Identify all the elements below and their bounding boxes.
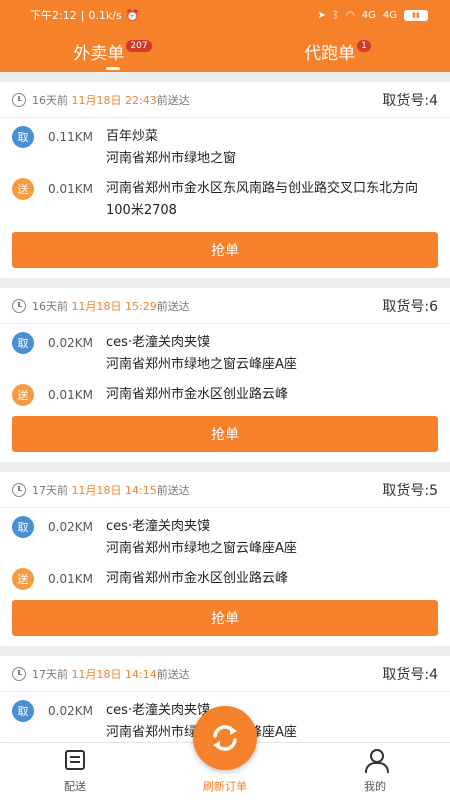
- order-card: 16天前 11月18日 22:43前送达 取货号:4 取 0.11KM 百年炒菜…: [0, 82, 450, 278]
- order-card-header: 16天前 11月18日 15:29前送达 取货号:6: [0, 288, 450, 324]
- battery-icon: ▮▮: [404, 9, 428, 21]
- deliver-distance: 0.01KM: [48, 388, 93, 402]
- grab-order-button[interactable]: 抢单: [12, 232, 438, 268]
- pickup-number: 取货号:4: [382, 92, 438, 109]
- deliver-address: 河南省郑州市金水区东风南路与创业路交叉口东北方向100米2708: [106, 181, 419, 218]
- app-header: 下午2:12 | 0.1k/s ⏰ ➤ ᛒ ◠ 4G 4G ▮▮ 外卖单 207…: [0, 0, 450, 72]
- delivery-time: 17天前 11月18日 14:14前送达: [32, 667, 190, 681]
- pickup-address: 河南省郑州市绿地之窗: [106, 151, 237, 166]
- pickup-tag: 取: [12, 516, 34, 538]
- deliver-tag: 送: [12, 178, 34, 200]
- alarm-icon: ⏰: [125, 8, 140, 22]
- clock-icon: [12, 666, 26, 681]
- tab-takeout-label: 外卖单: [73, 43, 125, 64]
- pickup-address: 河南省郑州市绿地之窗云峰座A座: [106, 357, 297, 372]
- bluetooth-icon: ᛒ: [333, 9, 340, 21]
- grab-order-button[interactable]: 抢单: [12, 600, 438, 636]
- order-list: 16天前 11月18日 22:43前送达 取货号:4 取 0.11KM 百年炒菜…: [0, 82, 450, 754]
- clock-icon: [12, 482, 26, 497]
- wifi-icon: ◠: [346, 9, 355, 21]
- pickup-distance: 0.02KM: [48, 336, 93, 350]
- deliver-address: 河南省郑州市金水区创业路云峰: [106, 571, 289, 586]
- deliver-address: 河南省郑州市金水区创业路云峰: [106, 387, 289, 402]
- order-card-header: 16天前 11月18日 22:43前送达 取货号:4: [0, 82, 450, 118]
- deliver-distance: 0.01KM: [48, 182, 93, 196]
- network-speed: 0.1k/s: [88, 8, 122, 22]
- pickup-number: 取货号:5: [382, 482, 438, 499]
- pickup-distance: 0.11KM: [48, 130, 93, 144]
- refresh-icon: [213, 725, 237, 751]
- pickup-row: 取 0.02KM ces·老潼关肉夹馍 河南省郑州市绿地之窗云峰座A座: [0, 332, 450, 376]
- nav-mine[interactable]: 我的: [300, 743, 450, 800]
- signal-icon-2: 4G: [382, 9, 397, 21]
- deliver-distance: 0.01KM: [48, 572, 93, 586]
- tab-takeout-badge: 207: [126, 40, 152, 52]
- status-time: 下午2:12: [30, 9, 77, 22]
- order-card: 16天前 11月18日 15:29前送达 取货号:6 取 0.02KM ces·…: [0, 288, 450, 462]
- pickup-tag: 取: [12, 332, 34, 354]
- nav-mine-label: 我的: [364, 780, 386, 793]
- store-name: ces·老潼关肉夹馍: [106, 703, 211, 718]
- pickup-tag: 取: [12, 126, 34, 148]
- tab-errand-badge: 1: [357, 40, 371, 52]
- deliver-tag: 送: [12, 568, 34, 590]
- tab-errand-label: 代跑单: [304, 43, 356, 64]
- store-name: ces·老潼关肉夹馍: [106, 335, 211, 350]
- delivery-time: 16天前 11月18日 15:29前送达: [32, 299, 190, 313]
- delivery-time: 17天前 11月18日 14:15前送达: [32, 483, 190, 497]
- delivery-time: 16天前 11月18日 22:43前送达: [32, 93, 190, 107]
- deliver-row: 送 0.01KM 河南省郑州市金水区创业路云峰: [0, 568, 450, 590]
- pickup-address: 河南省郑州市绿地之窗云峰座A座: [106, 722, 438, 744]
- clock-icon: [12, 298, 26, 313]
- deliver-row: 送 0.01KM 河南省郑州市金水区创业路云峰: [0, 384, 450, 406]
- grab-order-button[interactable]: 抢单: [12, 416, 438, 452]
- store-name: 百年炒菜: [106, 129, 159, 144]
- refresh-orders-button[interactable]: [193, 706, 257, 770]
- order-card-header: 17天前 11月18日 14:14前送达 取货号:4: [0, 656, 450, 692]
- pickup-tag: 取: [12, 700, 34, 722]
- deliver-row: 送 0.01KM 河南省郑州市金水区东风南路与创业路交叉口东北方向100米270…: [0, 178, 450, 222]
- pickup-row: 取 0.11KM 百年炒菜 河南省郑州市绿地之窗: [0, 126, 450, 170]
- deliver-tag: 送: [12, 384, 34, 406]
- store-name: ces·老潼关肉夹馍: [106, 519, 211, 534]
- pickup-row: 取 0.02KM ces·老潼关肉夹馍 河南省郑州市绿地之窗云峰座A座: [0, 516, 450, 560]
- delivery-list-icon: [65, 750, 85, 770]
- order-tabs: 外卖单 207 代跑单 1: [0, 30, 450, 72]
- pickup-distance: 0.02KM: [48, 704, 93, 718]
- location-icon: ➤: [317, 9, 327, 21]
- clock-icon: [12, 92, 26, 107]
- pickup-distance: 0.02KM: [48, 520, 93, 534]
- order-card-header: 17天前 11月18日 14:15前送达 取货号:5: [0, 472, 450, 508]
- pickup-number: 取货号:4: [382, 666, 438, 683]
- user-icon: [364, 749, 389, 773]
- order-card: 17天前 11月18日 14:15前送达 取货号:5 取 0.02KM ces·…: [0, 472, 450, 646]
- nav-delivery[interactable]: 配送: [0, 743, 150, 800]
- nav-refresh-label: 刷新订单: [203, 780, 247, 793]
- nav-delivery-label: 配送: [64, 780, 86, 793]
- signal-icon-1: 4G: [361, 9, 376, 21]
- pickup-number: 取货号:6: [382, 298, 438, 315]
- pickup-address: 河南省郑州市绿地之窗云峰座A座: [106, 541, 297, 556]
- tab-errand[interactable]: 代跑单 1: [225, 30, 450, 72]
- tab-takeout[interactable]: 外卖单 207: [0, 30, 225, 72]
- status-bar: 下午2:12 | 0.1k/s ⏰ ➤ ᛒ ◠ 4G 4G ▮▮: [0, 0, 450, 30]
